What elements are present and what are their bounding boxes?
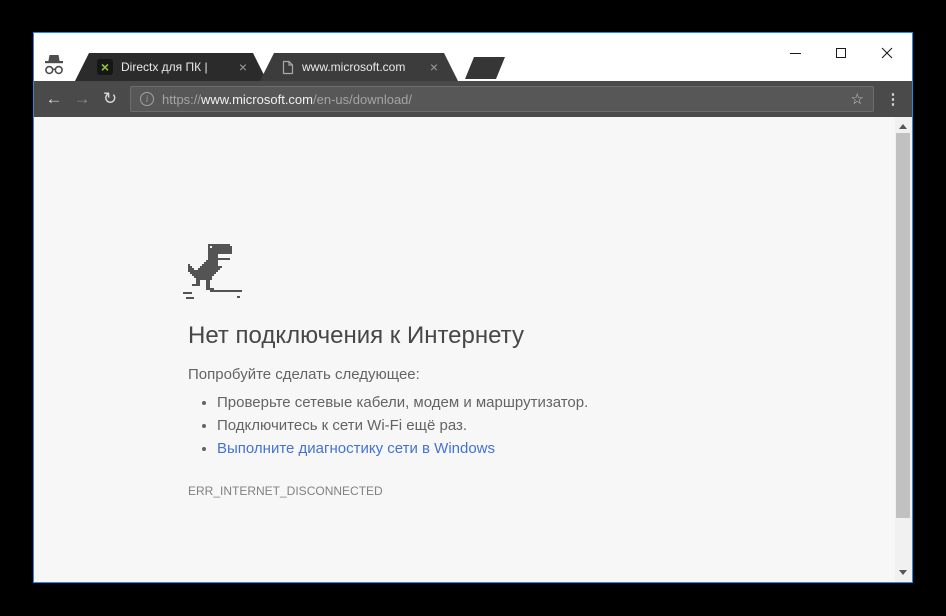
suggestion-item: Подключитесь к сети Wi-Fi ещё раз. (217, 414, 808, 437)
minimize-button[interactable] (772, 40, 818, 66)
ground-dot (237, 296, 240, 298)
scrollbar[interactable] (895, 117, 912, 582)
suggestion-item[interactable]: Выполните диагностику сети в Windows (217, 437, 808, 460)
tab-title: Directx для ПК | (121, 60, 233, 74)
titlebar: × Directx для ПК | × www.microsoft.com × (34, 33, 912, 81)
suggestion-text: Проверьте сетевые кабели, модем и маршру… (217, 394, 588, 411)
maximize-button[interactable] (818, 40, 864, 66)
dino-pixels (188, 244, 190, 246)
tab-close-icon[interactable]: × (239, 60, 247, 74)
error-title: Нет подключения к Интернету (188, 322, 808, 350)
suggestion-text: Подключитесь к сети Wi-Fi ещё раз. (217, 417, 467, 434)
tab-title: www.microsoft.com (302, 60, 424, 74)
window-controls (772, 40, 910, 66)
toolbar: ← → ↻ i https://www.microsoft.com/en-us/… (34, 81, 912, 117)
url-host: www.microsoft.com (201, 92, 313, 107)
dino-icon (188, 244, 244, 300)
suggestion-item: Проверьте сетевые кабели, модем и маршру… (217, 391, 808, 414)
maximize-icon (836, 48, 846, 58)
browser-window: × Directx для ПК | × www.microsoft.com × (33, 32, 913, 583)
scrollbar-thumb[interactable] (896, 133, 910, 518)
reload-icon[interactable]: ↻ (96, 89, 124, 109)
back-icon[interactable]: ← (40, 89, 68, 109)
scroll-up-icon[interactable] (899, 124, 907, 129)
ground-dash (183, 292, 192, 294)
minimize-icon (790, 53, 801, 54)
tab-directx[interactable]: × Directx для ПК | × (75, 53, 267, 81)
suggestion-list: Проверьте сетевые кабели, модем и маршру… (188, 391, 808, 460)
info-icon[interactable]: i (140, 92, 154, 106)
bookmark-star-icon[interactable]: ☆ (851, 90, 864, 108)
diagnostics-link[interactable]: Выполните диагностику сети в Windows (217, 440, 495, 457)
ground-dash (210, 290, 242, 292)
url-text: https://www.microsoft.com/en-us/download… (162, 92, 412, 107)
close-button[interactable] (864, 40, 910, 66)
url-path: /en-us/download/ (313, 92, 412, 107)
url-scheme: https:// (162, 92, 201, 107)
incognito-icon (41, 52, 67, 78)
forward-icon: → (68, 89, 96, 109)
page-content: Нет подключения к Интернету Попробуйте с… (34, 117, 912, 582)
scroll-down-icon[interactable] (899, 570, 907, 575)
close-icon (881, 47, 893, 59)
kebab-menu-icon[interactable]: ⋮ (880, 90, 906, 108)
error-subtitle: Попробуйте сделать следующее: (188, 366, 808, 383)
page-favicon-icon (282, 60, 294, 75)
address-bar[interactable]: i https://www.microsoft.com/en-us/downlo… (130, 86, 874, 112)
directx-favicon-icon: × (97, 59, 113, 75)
error-code: ERR_INTERNET_DISCONNECTED (188, 484, 808, 498)
network-error-panel: Нет подключения к Интернету Попробуйте с… (188, 244, 808, 498)
tab-microsoft[interactable]: www.microsoft.com × (260, 53, 458, 81)
ground-dash (186, 297, 194, 299)
new-tab-button[interactable] (465, 57, 505, 79)
tab-close-icon[interactable]: × (430, 60, 438, 74)
